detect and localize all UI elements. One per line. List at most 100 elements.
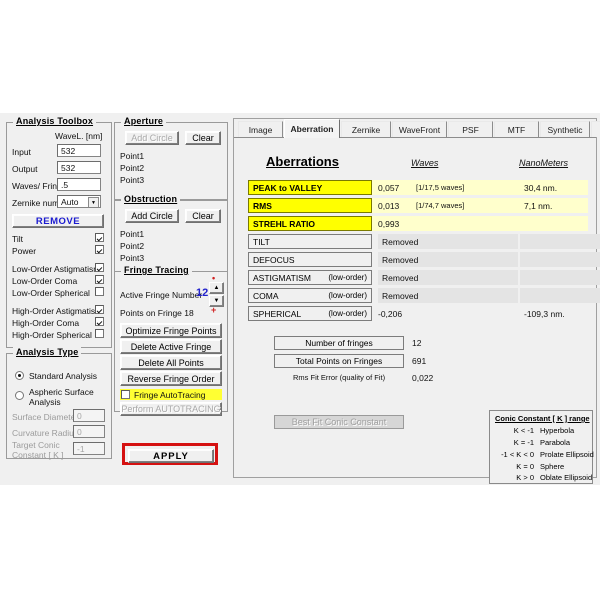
reverse-fringe-order-button[interactable]: Reverse Fringe Order: [120, 371, 222, 386]
perform-autotracing-button[interactable]: Perform AUTOTRACING: [120, 402, 222, 416]
spinner-plus-icon[interactable]: +: [211, 305, 216, 315]
tab-notes[interactable]: Notes: [591, 121, 600, 137]
remove-button[interactable]: REMOVE: [12, 214, 104, 228]
aperture-clear-button[interactable]: Clear: [185, 131, 221, 145]
checkbox-box-high-order-spherical[interactable]: [95, 329, 104, 338]
aberration-pane: Aberrations Waves NanoMeters PEAK to VAL…: [236, 138, 594, 475]
radio-label-standard-analysis: Standard Analysis: [29, 371, 97, 381]
apply-button[interactable]: APPLY: [128, 449, 214, 463]
aberration-name-main: ASTIGMATISM: [253, 273, 311, 283]
tab-aberration[interactable]: Aberration: [284, 119, 340, 138]
table-row[interactable]: PEAK to VALLEY 0,057 [1/17,5 waves] 30,4…: [248, 180, 588, 195]
points-on-fringe-label: Points on Fringe 18: [120, 308, 194, 318]
checkbox-box-power[interactable]: [95, 245, 104, 254]
radio-label-aspheric-surface-analysis: Aspheric Surface Analysis: [29, 387, 107, 407]
zernike-number-select[interactable]: Auto ▼: [57, 195, 101, 208]
aperture-add-circle-button[interactable]: Add Circle: [125, 131, 179, 145]
spinner-up-icon[interactable]: ▲: [209, 282, 224, 294]
aberration-name-suffix: (low-order): [328, 291, 367, 300]
waves-per-fringe-field[interactable]: .5: [57, 178, 101, 191]
table-row[interactable]: ASTIGMATISM (low-order) Removed: [248, 270, 588, 285]
aberration-waves: Removed: [378, 270, 518, 285]
conic-k-1: K = -1: [490, 438, 534, 447]
aberration-waves: 0,013: [378, 198, 418, 213]
aberration-name: STREHL RATIO: [248, 216, 372, 231]
aberration-note: [416, 216, 516, 231]
optimize-fringe-points-button[interactable]: Optimize Fringe Points: [120, 323, 222, 338]
checkbox-box-tilt[interactable]: [95, 233, 104, 242]
aberration-note: [1/74,7 waves]: [416, 198, 516, 213]
aberration-waves: 0,993: [378, 216, 418, 231]
aberration-nm: [520, 270, 600, 285]
checkbox-box-low-order-spherical[interactable]: [95, 287, 104, 296]
fringe-autotracing-checkbox-row[interactable]: Fringe AutoTracing: [120, 389, 222, 400]
number-of-fringes-button[interactable]: Number of fringes: [274, 336, 404, 350]
rms-fit-error-label: Rms Fit Error (quality of Fit): [293, 373, 385, 382]
tab-bar: Image Aberration Zernike WaveFront PSF M…: [234, 119, 596, 138]
checkbox-box-low-order-coma[interactable]: [95, 275, 104, 284]
column-header-waves: Waves: [411, 158, 438, 168]
aberration-name-main: COMA: [253, 291, 279, 301]
delete-all-points-button[interactable]: Delete All Points: [120, 355, 222, 370]
table-row[interactable]: RMS 0,013 [1/74,7 waves] 7,1 nm.: [248, 198, 588, 213]
input-wavelength-field[interactable]: 532: [57, 144, 101, 157]
obstruction-clear-button[interactable]: Clear: [185, 209, 221, 223]
fringe-tracing-title: Fringe Tracing: [121, 265, 192, 275]
aberration-note: [1/17,5 waves]: [416, 180, 516, 195]
aberration-nm: [520, 216, 600, 231]
checkbox-box-fringe-autotracing[interactable]: [121, 390, 130, 399]
conic-constant-legend: Conic Constant [ K ] range K < -1 Hyperb…: [489, 410, 593, 484]
total-points-on-fringes-button[interactable]: Total Points on Fringes: [274, 354, 404, 368]
aberration-nm: 7,1 nm.: [520, 198, 600, 213]
radio-box-aspheric-surface-analysis[interactable]: [15, 391, 24, 400]
aberration-name: RMS: [248, 198, 372, 213]
table-row[interactable]: TILT Removed: [248, 234, 588, 249]
conic-name-1: Parabola: [540, 438, 570, 447]
aperture-point-1[interactable]: Point1: [120, 151, 144, 162]
aperture-point-2[interactable]: Point2: [120, 163, 144, 174]
best-fit-conic-constant-button[interactable]: Best Fit Conic Constant: [274, 415, 404, 429]
obstruction-add-circle-button[interactable]: Add Circle: [125, 209, 179, 223]
obstruction-point-1[interactable]: Point1: [120, 229, 144, 240]
tab-image[interactable]: Image: [238, 121, 283, 137]
table-row[interactable]: DEFOCUS Removed: [248, 252, 588, 267]
table-row[interactable]: STREHL RATIO 0,993: [248, 216, 588, 231]
table-row[interactable]: COMA (low-order) Removed: [248, 288, 588, 303]
tab-zernike[interactable]: Zernike: [341, 121, 391, 137]
tab-synthetic[interactable]: Synthetic: [540, 121, 590, 137]
input-label: Input: [12, 147, 31, 157]
aberration-nm: 30,4 nm.: [520, 180, 600, 195]
tab-mtf[interactable]: MTF: [494, 121, 539, 137]
aberration-name: COMA (low-order): [248, 288, 372, 303]
checkbox-label-tilt: Tilt: [12, 234, 23, 244]
output-wavelength-field[interactable]: 532: [57, 161, 101, 174]
checkbox-box-high-order-astigmatism[interactable]: [95, 305, 104, 314]
total-points-on-fringes-value: 691: [412, 356, 426, 366]
tab-psf[interactable]: PSF: [448, 121, 493, 137]
active-fringe-number-label: Active Fringe Number: [120, 290, 202, 300]
tab-wavefront[interactable]: WaveFront: [392, 121, 447, 137]
target-conic-constant-field[interactable]: -1: [73, 442, 105, 455]
checkbox-box-low-order-astigmatism[interactable]: [95, 263, 104, 272]
checkbox-label-low-order-coma: Low-Order Coma: [12, 276, 77, 286]
obstruction-point-3[interactable]: Point3: [120, 253, 144, 264]
conic-name-4: Oblate Ellipsoid: [540, 473, 592, 482]
surface-diameter-field[interactable]: 0: [73, 409, 105, 422]
chevron-down-icon[interactable]: ▼: [88, 197, 99, 208]
aberration-name-suffix: (low-order): [328, 273, 367, 282]
aberration-waves: 0,057: [378, 180, 418, 195]
application-window: Analysis Toolbox WaveL. [nm] Input 532 O…: [0, 113, 600, 485]
curvature-radius-field[interactable]: 0: [73, 425, 105, 438]
conic-name-3: Sphere: [540, 462, 564, 471]
aberrations-heading: Aberrations: [266, 154, 339, 169]
aberration-waves: -0,206: [378, 306, 418, 321]
analysis-toolbox-title: Analysis Toolbox: [13, 116, 96, 126]
radio-box-standard-analysis[interactable]: [15, 371, 24, 380]
checkbox-label-high-order-astigmatism: High-Order Astigmatism: [12, 306, 102, 316]
obstruction-point-2[interactable]: Point2: [120, 241, 144, 252]
table-row[interactable]: SPHERICAL (low-order) -0,206 -109,3 nm.: [248, 306, 588, 321]
delete-active-fringe-button[interactable]: Delete Active Fringe: [120, 339, 222, 354]
aperture-point-3[interactable]: Point3: [120, 175, 144, 186]
conic-k-2: -1 < K < 0: [490, 450, 534, 459]
checkbox-box-high-order-coma[interactable]: [95, 317, 104, 326]
